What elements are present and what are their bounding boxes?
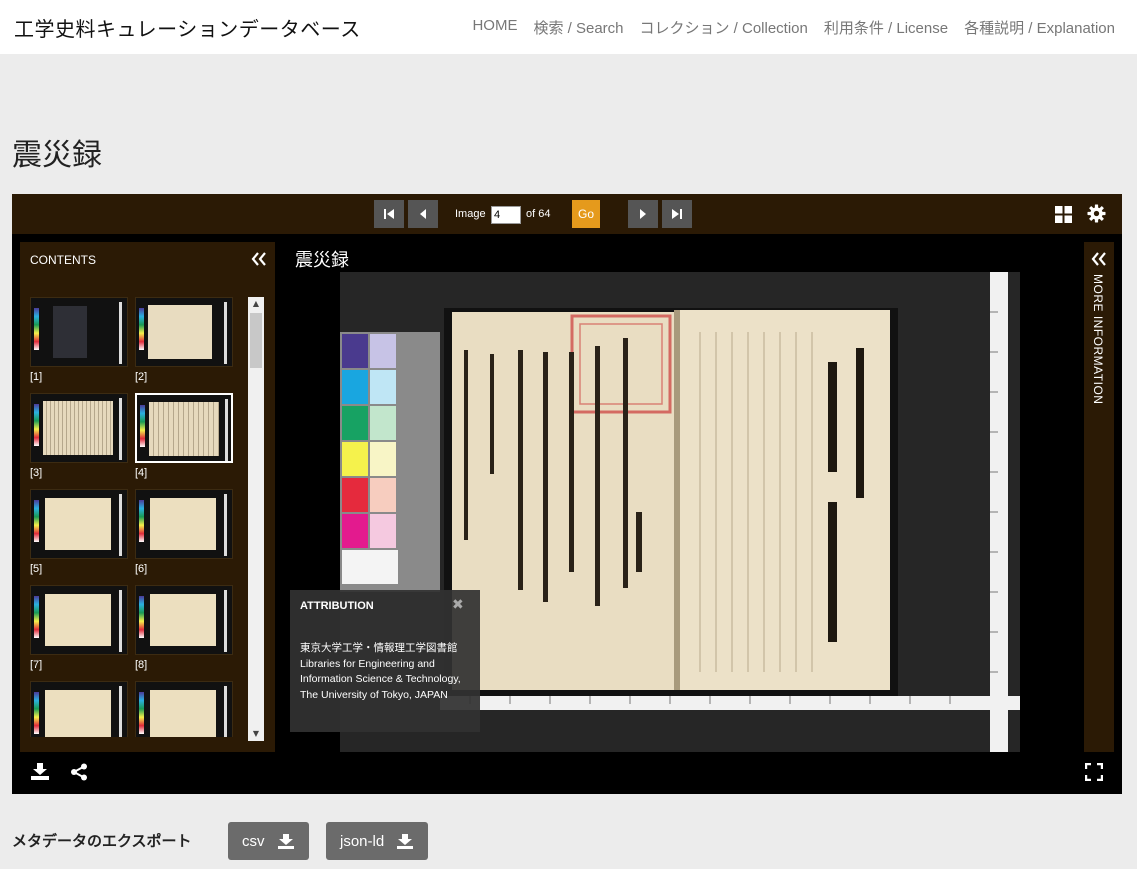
- thumbnail-item[interactable]: [3]: [30, 393, 128, 479]
- thumbnail-item[interactable]: [7]: [30, 585, 128, 671]
- nav-search[interactable]: 検索 / Search: [533, 17, 623, 38]
- thumbnail-label: [2]: [135, 371, 148, 383]
- expand-left-icon[interactable]: [1091, 252, 1107, 266]
- fullscreen-icon[interactable]: [1085, 763, 1103, 781]
- thumbnail-image: [30, 681, 128, 737]
- export-jsonld-label: json-ld: [340, 832, 385, 850]
- image-viewer: Image of 64 Go: [12, 194, 1122, 794]
- main-nav: HOME 検索 / Search コレクション / Collection 利用条…: [472, 17, 1115, 38]
- thumbnail-item[interactable]: [1]: [30, 297, 128, 383]
- thumbnail-scrollbar[interactable]: ▲ ▼: [248, 297, 264, 741]
- attribution-box: ATTRIBUTION ✖ 東京大学工学・情報理工学図書館 Libraries …: [290, 590, 480, 732]
- thumbnail-item[interactable]: [135, 681, 233, 737]
- site-title[interactable]: 工学史料キュレーションデータベース: [14, 13, 361, 42]
- document-title: 震災録: [295, 250, 349, 271]
- thumbnail-image: [30, 297, 128, 367]
- thumbnail-image: [135, 585, 233, 655]
- thumbnail-image: [135, 681, 233, 737]
- thumbnail-image: [135, 297, 233, 367]
- download-icon: [397, 833, 414, 849]
- image-label: Image: [455, 208, 486, 220]
- nav-home[interactable]: HOME: [472, 17, 517, 38]
- viewer-toolbar: Image of 64 Go: [12, 194, 1122, 234]
- nav-explanation[interactable]: 各種説明 / Explanation: [964, 17, 1115, 38]
- contents-title: CONTENTS: [30, 253, 96, 267]
- attribution-title: ATTRIBUTION: [300, 600, 374, 612]
- share-icon[interactable]: [70, 763, 88, 781]
- thumbnail-item[interactable]: [5]: [30, 489, 128, 575]
- skip-first-icon: [384, 209, 394, 219]
- page-title: 震災録: [12, 138, 102, 173]
- thumbnail-item[interactable]: [30, 681, 128, 737]
- caret-left-icon: [420, 209, 426, 219]
- first-image-button[interactable]: [374, 200, 404, 228]
- image-count: of 64: [526, 208, 551, 220]
- thumbnail-item-selected[interactable]: [4]: [135, 393, 233, 479]
- skip-last-icon: [672, 209, 682, 219]
- scroll-down-arrow-icon[interactable]: ▼: [248, 727, 264, 741]
- last-image-button[interactable]: [662, 200, 692, 228]
- download-icon: [277, 833, 294, 849]
- top-navbar: 工学史料キュレーションデータベース HOME 検索 / Search コレクショ…: [0, 0, 1137, 54]
- next-image-button[interactable]: [628, 200, 658, 228]
- scroll-up-arrow-icon[interactable]: ▲: [248, 297, 264, 311]
- thumbnail-item[interactable]: [8]: [135, 585, 233, 671]
- nav-collection[interactable]: コレクション / Collection: [640, 17, 808, 38]
- go-button[interactable]: Go: [572, 200, 600, 228]
- attribution-text: 東京大学工学・情報理工学図書館 Libraries for Engineerin…: [300, 642, 461, 701]
- thumbnail-label: [8]: [135, 659, 148, 671]
- export-jsonld-button[interactable]: json-ld: [326, 822, 429, 860]
- more-information-label[interactable]: MORE INFORMATION: [1091, 274, 1105, 404]
- thumbnail-label: [3]: [30, 467, 43, 479]
- nav-license[interactable]: 利用条件 / License: [824, 17, 948, 38]
- close-icon[interactable]: ✖: [452, 597, 464, 613]
- previous-image-button[interactable]: [408, 200, 438, 228]
- export-csv-label: csv: [242, 832, 265, 850]
- metadata-export-label: メタデータのエクスポート: [12, 832, 192, 850]
- thumbnail-image: [135, 489, 233, 559]
- caret-right-icon: [640, 209, 646, 219]
- gallery-grid-icon[interactable]: [1055, 206, 1072, 223]
- thumbnail-image: [135, 393, 233, 463]
- thumbnail-image: [30, 585, 128, 655]
- thumbnail-item[interactable]: [2]: [135, 297, 233, 383]
- thumbnail-item[interactable]: [6]: [135, 489, 233, 575]
- thumbnail-list: [1] [2] [3] [4] [5] [6] [7] [8]: [30, 297, 245, 737]
- download-icon[interactable]: [30, 762, 50, 781]
- scrollbar-thumb[interactable]: [250, 313, 262, 368]
- thumbnail-label: [6]: [135, 563, 148, 575]
- thumbnail-label: [5]: [30, 563, 43, 575]
- contents-panel: CONTENTS [1] [2] [3] [4] [5] [6] [7] [8]…: [20, 242, 275, 752]
- export-csv-button[interactable]: csv: [228, 822, 309, 860]
- collapse-left-icon[interactable]: [251, 252, 267, 266]
- image-number-input[interactable]: [491, 206, 521, 224]
- settings-gear-icon[interactable]: [1087, 204, 1106, 223]
- thumbnail-label: [4]: [135, 467, 148, 479]
- more-information-panel[interactable]: MORE INFORMATION: [1084, 242, 1114, 752]
- thumbnail-image: [30, 489, 128, 559]
- thumbnail-label: [7]: [30, 659, 43, 671]
- thumbnail-label: [1]: [30, 371, 43, 383]
- thumbnail-image: [30, 393, 128, 463]
